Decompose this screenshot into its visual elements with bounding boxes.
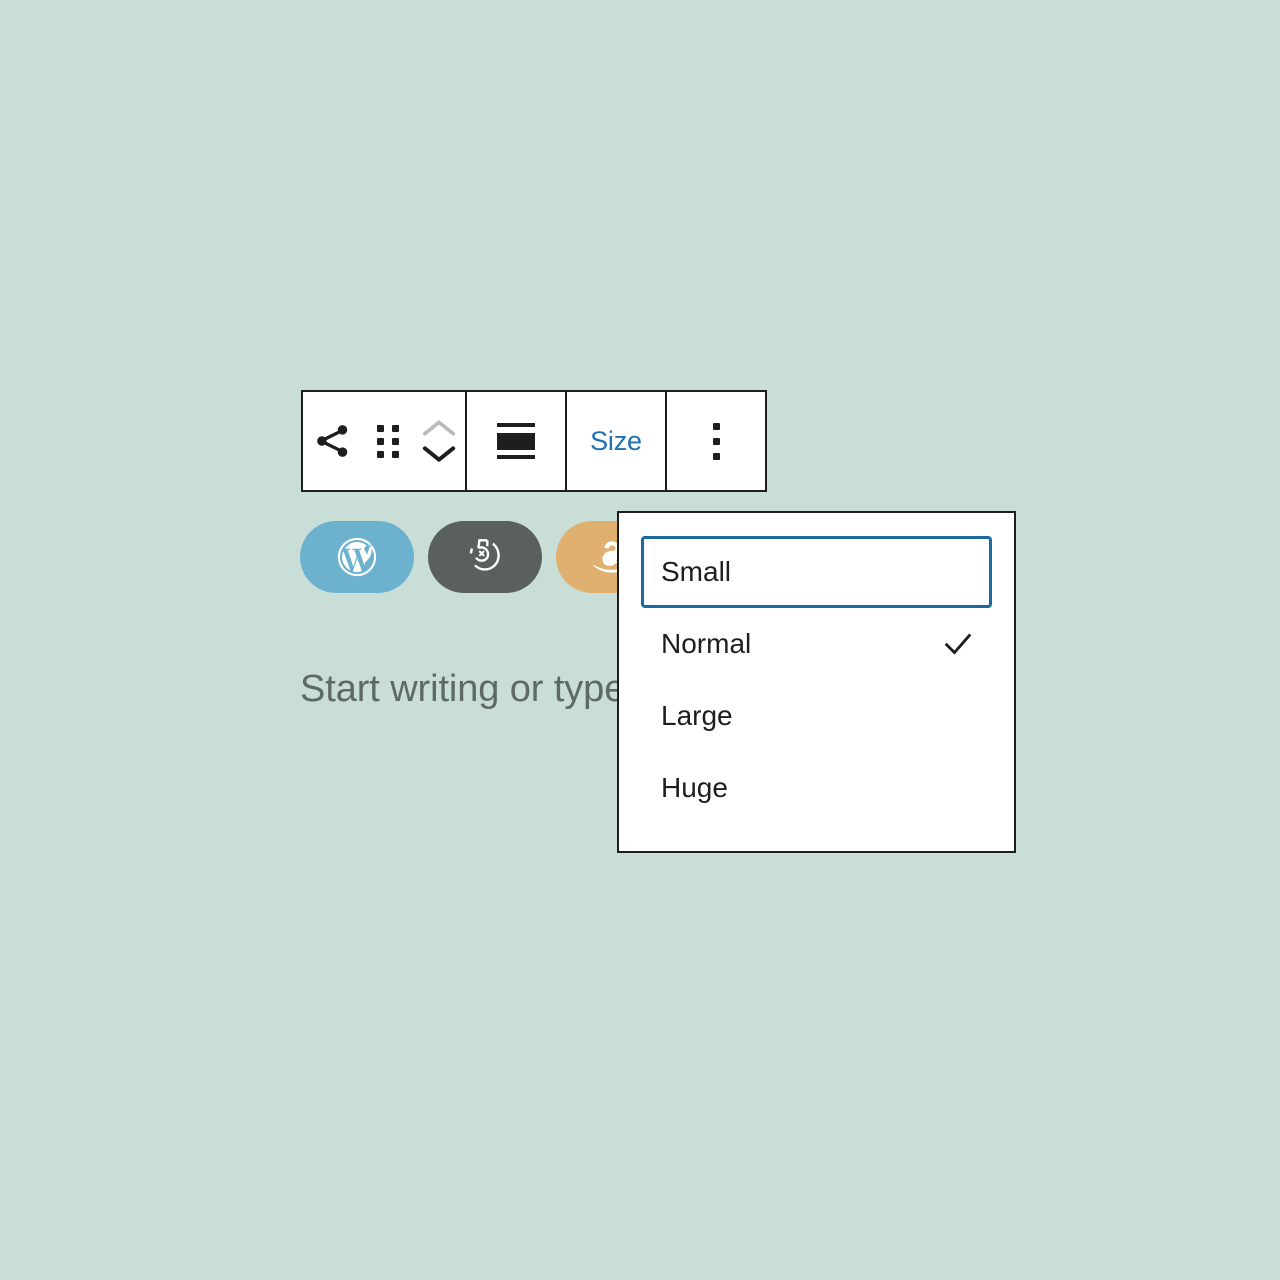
menu-item-huge[interactable]: Huge [641,752,992,824]
menu-item-label: Large [661,700,733,731]
block-movers[interactable] [413,392,465,490]
size-dropdown: Small Normal Large Huge [617,511,1016,853]
kebab-menu-icon [712,422,720,460]
social-link-500px[interactable] [428,521,542,593]
social-link-wordpress[interactable] [300,521,414,593]
chevron-up-icon[interactable] [422,418,456,438]
block-toolbar: Size [301,390,767,492]
toolbar-group-more [667,392,765,490]
menu-item-label: Normal [661,628,752,659]
chevron-down-icon[interactable] [422,444,456,464]
menu-item-normal[interactable]: Normal [641,608,992,680]
menu-item-label: Huge [661,772,728,803]
fivehundredpx-icon [469,539,500,571]
align-justify-button[interactable] [467,392,565,490]
toolbar-group-size: Size [567,392,667,490]
size-button-label: Size [590,425,642,456]
wordpress-icon [337,537,377,577]
toolbar-group-block-controls [303,392,467,490]
menu-item-label: Small [661,556,732,587]
toolbar-group-alignment [467,392,567,490]
size-button[interactable]: Size [567,392,665,490]
drag-handle-icon [377,424,399,458]
editor-canvas: Size Start writing or type Small Normal … [0,0,1280,1280]
more-options-button[interactable] [667,392,765,490]
move-up-down-icon [422,392,456,490]
drag-handle[interactable] [363,392,413,490]
align-justify-icon [497,423,535,459]
size-dropdown-list: Small Normal Large Huge [619,513,1014,824]
menu-item-small[interactable]: Small [641,536,992,608]
check-icon [944,633,972,655]
menu-item-large[interactable]: Large [641,680,992,752]
share-icon [317,425,348,457]
social-links-row [300,521,670,593]
share-button[interactable] [303,392,363,490]
